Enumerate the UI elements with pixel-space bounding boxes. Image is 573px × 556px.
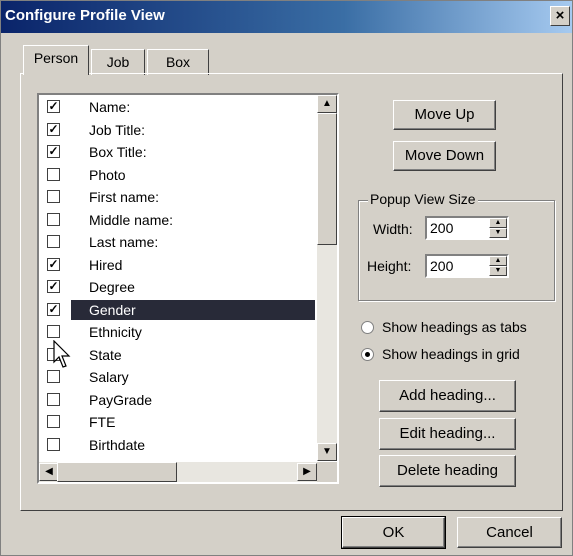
title-bar[interactable]: Configure Profile View × [1, 1, 572, 33]
width-spinner[interactable]: 200 ▲ ▼ [425, 216, 509, 240]
scroll-left-button[interactable]: ◀ [39, 463, 59, 481]
mouse-pointer-icon [53, 340, 71, 368]
list-item[interactable]: First name: [39, 187, 315, 207]
list-item[interactable]: ✓ Box Title: [39, 142, 315, 162]
list-item[interactable]: ✓ Job Title: [39, 120, 315, 140]
add-heading-button[interactable]: Add heading... [379, 380, 516, 412]
list-item[interactable]: ✓ Hired [39, 255, 315, 275]
list-item[interactable]: ✓ Name: [39, 97, 315, 117]
checked-checkbox[interactable]: ✓ [47, 257, 60, 271]
list-item[interactable]: ✓ Degree [39, 277, 315, 297]
list-item-label: Name: [89, 99, 131, 115]
unchecked-checkbox[interactable] [47, 235, 60, 248]
tab-job[interactable]: Job [91, 49, 145, 75]
list-item[interactable]: Salary [39, 367, 315, 387]
headings-as-tabs-label[interactable]: Show headings as tabs [382, 319, 527, 335]
list-item-label: Degree [89, 279, 135, 295]
unchecked-checkbox[interactable] [47, 392, 60, 406]
dialog-window: Configure Profile View × Person Job Box … [0, 0, 573, 556]
height-value[interactable]: 200 [430, 258, 453, 274]
checked-checkbox[interactable]: ✓ [47, 280, 60, 293]
list-item-label: Photo [89, 166, 126, 183]
scroll-right-button[interactable]: ▶ [297, 463, 317, 481]
cancel-button[interactable]: Cancel [457, 517, 562, 548]
height-label: Height: [367, 258, 412, 274]
unchecked-checkbox[interactable] [47, 190, 60, 203]
list-item-label: Job Title: [89, 121, 146, 138]
checked-checkbox[interactable]: ✓ [47, 122, 60, 136]
field-checklist[interactable]: ✓ Name: ✓ Job Title: ✓ Box Title: Photo First n… [37, 93, 339, 484]
list-item-label: State [89, 346, 122, 363]
unchecked-checkbox[interactable] [47, 370, 60, 383]
move-up-button[interactable]: Move Up [393, 100, 496, 130]
tab-person[interactable]: Person [23, 45, 89, 75]
horizontal-scrollbar[interactable]: ◀ ▶ [39, 462, 317, 482]
checked-checkbox[interactable]: ✓ [47, 145, 60, 158]
move-down-button[interactable]: Move Down [393, 141, 496, 171]
list-item-label: Salary [89, 369, 129, 385]
checked-checkbox[interactable]: ✓ [47, 100, 60, 113]
list-item[interactable]: Birthdate [39, 435, 315, 455]
unchecked-checkbox[interactable] [47, 325, 60, 338]
popup-view-size-title: Popup View Size [368, 191, 478, 207]
close-button[interactable]: × [550, 6, 570, 26]
horizontal-scroll-thumb[interactable] [57, 462, 177, 482]
scrollbar-corner [317, 462, 337, 482]
list-item-label: Last name: [89, 234, 159, 250]
list-item-label: PayGrade [89, 391, 153, 408]
list-item-label: Ethnicity [89, 324, 142, 340]
unchecked-checkbox[interactable] [47, 437, 60, 451]
list-item-label: Middle name: [89, 211, 174, 228]
radio-headings-as-tabs[interactable] [361, 321, 374, 334]
unchecked-checkbox[interactable] [47, 167, 60, 181]
list-item-label: Hired [89, 256, 123, 273]
headings-in-grid-label[interactable]: Show headings in grid [382, 346, 520, 362]
vertical-scroll-thumb[interactable] [317, 113, 337, 245]
window-title: Configure Profile View [5, 7, 165, 24]
tab-box[interactable]: Box [147, 49, 209, 75]
height-increment-button[interactable]: ▲ [489, 256, 507, 266]
height-spinner[interactable]: 200 ▲ ▼ [425, 254, 509, 278]
tab-box-label: Box [165, 54, 191, 70]
list-item-label: FTE [89, 414, 116, 430]
list-item-label: First name: [89, 189, 160, 205]
list-item[interactable]: PayGrade [39, 390, 315, 410]
scroll-up-button[interactable]: ▲ [317, 95, 337, 113]
unchecked-checkbox[interactable] [47, 212, 60, 226]
list-item[interactable]: State [39, 345, 315, 365]
vertical-scrollbar[interactable]: ▲ ▼ [317, 95, 337, 461]
list-item[interactable]: ✓ Gender [39, 299, 315, 320]
list-item[interactable]: Photo [39, 165, 315, 185]
height-decrement-button[interactable]: ▼ [489, 266, 507, 276]
radio-selected-dot [365, 352, 370, 357]
ok-button[interactable]: OK [341, 516, 446, 549]
width-increment-button[interactable]: ▲ [489, 218, 507, 228]
list-item-label: Birthdate [89, 436, 146, 453]
tab-job-label: Job [106, 54, 130, 70]
width-value[interactable]: 200 [430, 220, 453, 236]
list-item[interactable]: Last name: [39, 232, 315, 252]
unchecked-checkbox[interactable] [47, 415, 60, 428]
scroll-down-button[interactable]: ▼ [317, 443, 337, 461]
delete-heading-button[interactable]: Delete heading [379, 455, 516, 487]
radio-headings-in-grid[interactable] [361, 348, 374, 361]
checked-checkbox[interactable]: ✓ [47, 302, 60, 316]
tab-person-label: Person [33, 50, 79, 66]
list-item[interactable]: Ethnicity [39, 322, 315, 342]
list-item[interactable]: FTE [39, 412, 315, 432]
list-item-label: Box Title: [89, 144, 147, 160]
width-decrement-button[interactable]: ▼ [489, 228, 507, 238]
list-item[interactable]: Middle name: [39, 210, 315, 230]
list-item-label: Gender [89, 301, 136, 318]
edit-heading-button[interactable]: Edit heading... [379, 418, 516, 450]
width-label: Width: [373, 221, 413, 237]
